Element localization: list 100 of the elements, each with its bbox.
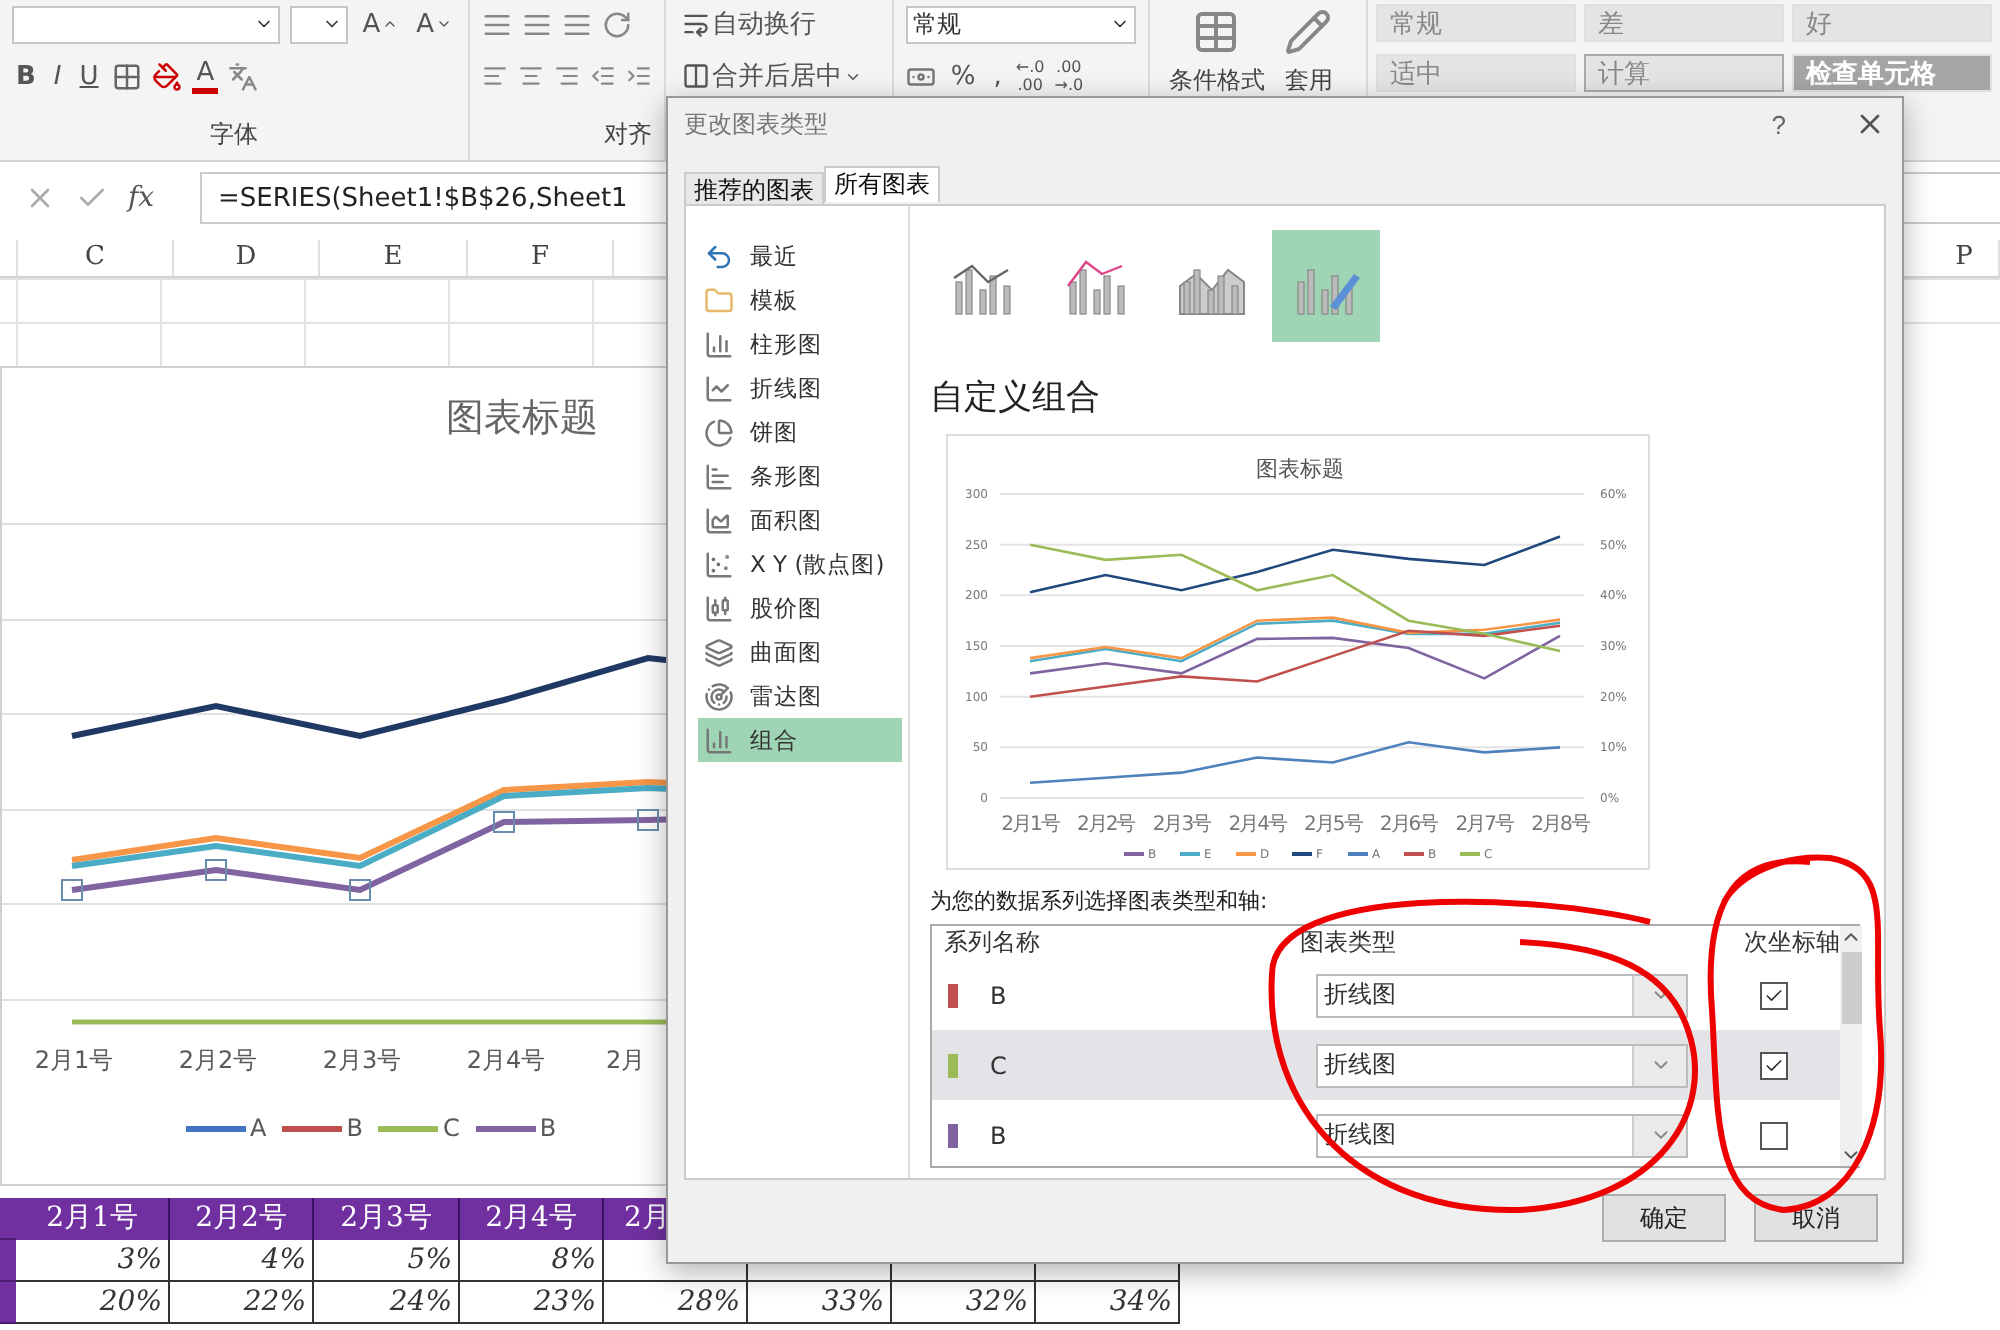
column-header[interactable]: E: [320, 240, 468, 276]
chart-type-item[interactable]: 曲面图: [698, 630, 902, 674]
fill-color-icon[interactable]: [152, 61, 183, 91]
chart-type-icon: [704, 329, 734, 359]
chart-type-icon: [704, 461, 734, 491]
font-size-field[interactable]: [290, 5, 349, 43]
column-header[interactable]: P: [1930, 240, 2000, 276]
help-button[interactable]: ?: [1759, 107, 1798, 141]
align-bottom-icon[interactable]: [562, 9, 592, 39]
chart-type-item[interactable]: X Y (散点图): [698, 542, 902, 586]
legend-label: C: [442, 1114, 460, 1142]
number-format-field[interactable]: 常规: [906, 5, 1137, 43]
decimal-button[interactable]: ←.0 .00: [1015, 57, 1045, 95]
group-label: 字体: [210, 118, 258, 152]
table-format-button[interactable]: 套用: [1278, 4, 1339, 160]
axis-label: 2月3号: [1152, 814, 1211, 836]
scrollbar[interactable]: [1840, 926, 1862, 1166]
font-color-button[interactable]: A: [192, 59, 219, 93]
chart-type-item[interactable]: 折线图: [698, 366, 902, 410]
chart-type-dropdown[interactable]: 折线图: [1316, 973, 1688, 1017]
secondary-axis-checkbox[interactable]: [1760, 981, 1788, 1009]
chart-type-icon: [704, 637, 734, 667]
axis-label: 2月1号: [1001, 814, 1059, 836]
chart-type-item[interactable]: 最近: [698, 234, 902, 278]
insert-function-button[interactable]: fx: [128, 182, 155, 214]
chart-type-icon: [704, 681, 734, 711]
decimal-button[interactable]: .00 →.0: [1054, 57, 1084, 95]
conditional-format-button[interactable]: 条件格式: [1162, 4, 1271, 160]
font-name-field[interactable]: [12, 5, 281, 43]
table-header-cell: 2月1号: [16, 1198, 170, 1240]
secondary-axis-checkbox[interactable]: [1760, 1051, 1788, 1079]
row-header[interactable]: [0, 1240, 16, 1282]
phonetic-icon[interactable]: [228, 61, 259, 91]
chart-type-item[interactable]: 柱形图: [698, 322, 902, 366]
table-cell: 4%: [170, 1240, 314, 1282]
percent-button[interactable]: %: [946, 57, 980, 95]
dialog-button[interactable]: 确定: [1602, 1194, 1726, 1242]
merge-icon: [682, 62, 710, 90]
underline-button[interactable]: U: [75, 57, 103, 95]
chart-title: 图表标题: [446, 394, 598, 444]
align-middle-icon[interactable]: [522, 9, 552, 39]
table-cell: 34%: [1036, 1282, 1180, 1324]
table-cell: 33%: [748, 1282, 892, 1324]
chart-type-item[interactable]: 股价图: [698, 586, 902, 630]
series-prompt: 为您的数据系列选择图表类型和轴:: [930, 886, 1270, 916]
axis-label: 2月2号: [176, 1044, 260, 1078]
align-top-icon[interactable]: [482, 9, 512, 39]
check-icon: [1764, 985, 1784, 1005]
table-icon: [1192, 8, 1241, 56]
shrink-font-button[interactable]: A: [412, 5, 456, 43]
chart-type-icon: [704, 241, 734, 271]
chart-type-item[interactable]: 饼图: [698, 410, 902, 454]
secondary-axis-checkbox[interactable]: [1760, 1121, 1788, 1149]
axis-label: 2月2号: [1077, 814, 1135, 836]
align-right-icon[interactable]: [554, 62, 580, 90]
table-cell: 23%: [460, 1282, 604, 1324]
comma-button[interactable]: ,: [989, 57, 1006, 95]
axis-label: 2月4号: [464, 1044, 548, 1078]
chart-type-icon: [704, 285, 734, 315]
series-name: C: [990, 1051, 1007, 1079]
axis-label: 2月7号: [1455, 814, 1513, 836]
chart-subtype-button[interactable]: [1272, 230, 1380, 342]
table-cell: 5%: [314, 1240, 460, 1282]
chart-type-icon: [704, 725, 734, 755]
chart-type-item[interactable]: 面积图: [698, 498, 902, 542]
series-name: B: [990, 981, 1007, 1009]
column-header[interactable]: D: [174, 240, 320, 276]
align-center-icon[interactable]: [518, 62, 544, 90]
chart-type-item[interactable]: 组合: [698, 718, 902, 762]
chart-title: 图表标题: [1256, 456, 1344, 482]
bold-button[interactable]: B: [12, 57, 40, 95]
merge-center-button[interactable]: 合并后居中: [678, 57, 866, 95]
tab[interactable]: 推荐的图表: [684, 172, 824, 204]
align-left-icon[interactable]: [482, 62, 508, 90]
table-cell: 24%: [314, 1282, 460, 1324]
chart-type-item[interactable]: 雷达图: [698, 674, 902, 718]
dialog-title: 更改图表类型: [684, 107, 828, 141]
series-row[interactable]: C 折线图: [932, 1030, 1840, 1100]
italic-button[interactable]: I: [49, 57, 66, 95]
orientation-icon[interactable]: [602, 9, 632, 39]
chart-type-item[interactable]: 条形图: [698, 454, 902, 498]
column-header: 图表类型: [1300, 926, 1398, 960]
series-row[interactable]: B 折线图: [932, 960, 1840, 1030]
chart-type-dropdown[interactable]: 折线图: [1316, 1043, 1688, 1087]
tab[interactable]: 所有图表: [824, 166, 940, 202]
series-name: B: [990, 1121, 1007, 1149]
chart-type-item[interactable]: 模板: [698, 278, 902, 322]
row-header[interactable]: [0, 1282, 16, 1324]
indent-decrease-icon[interactable]: [590, 62, 616, 90]
indent-increase-icon[interactable]: [626, 62, 652, 90]
grow-font-button[interactable]: A: [358, 5, 403, 43]
chart-type-icon: [704, 593, 734, 623]
table-header-cell: 2月4号: [460, 1198, 604, 1240]
column-header[interactable]: F: [468, 240, 614, 276]
wrap-text-button[interactable]: 自动换行: [678, 5, 820, 43]
border-icon[interactable]: [112, 61, 143, 91]
table-header-cell: 2月2号: [170, 1198, 314, 1240]
table-header-cell: 2月3号: [314, 1198, 460, 1240]
column-header[interactable]: C: [18, 240, 174, 276]
row-header[interactable]: [0, 1198, 16, 1240]
